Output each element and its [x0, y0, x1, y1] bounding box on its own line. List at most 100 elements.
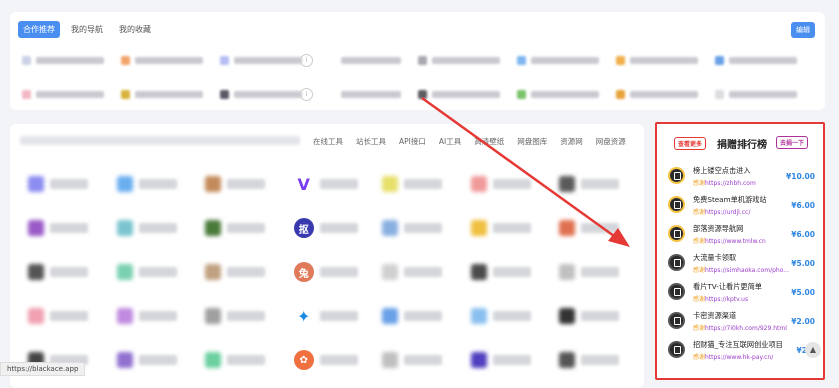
site-link[interactable]	[109, 220, 197, 236]
site-link[interactable]	[551, 220, 639, 236]
thanks-label: 感谢	[693, 238, 706, 245]
edit-button[interactable]: 编辑	[791, 22, 815, 38]
site-link[interactable]	[463, 176, 551, 192]
site-link[interactable]	[197, 220, 285, 236]
site-link[interactable]	[109, 176, 197, 192]
recommend-link[interactable]	[22, 53, 104, 67]
recommend-link[interactable]	[121, 53, 203, 67]
site-link[interactable]	[374, 220, 462, 236]
recommend-link[interactable]	[418, 53, 500, 67]
donor-url[interactable]: https://zhbh.com	[705, 180, 756, 187]
site-link[interactable]	[20, 176, 108, 192]
recommend-link[interactable]	[616, 53, 698, 67]
site-link[interactable]	[374, 308, 462, 324]
donor-avatar-icon	[668, 341, 685, 358]
site-link[interactable]	[463, 352, 551, 368]
donor-avatar-icon	[668, 196, 685, 213]
recommend-link[interactable]	[22, 87, 104, 101]
site-link[interactable]: 兔	[286, 262, 374, 282]
view-more-button[interactable]: 查看更多	[674, 137, 707, 150]
site-link[interactable]	[463, 308, 551, 324]
top-tabs: 合作推荐 我的导航 我的收藏	[18, 21, 156, 38]
tab-recommend[interactable]: 合作推荐	[18, 21, 60, 38]
category-tab[interactable]: 在线工具	[313, 136, 343, 147]
site-link[interactable]	[374, 264, 462, 280]
category-tab[interactable]: AI工具	[439, 136, 461, 147]
recommend-link[interactable]	[517, 53, 599, 67]
thanks-label: 感谢	[693, 354, 706, 361]
site-link[interactable]	[20, 264, 108, 280]
recommend-link[interactable]	[517, 87, 599, 101]
recommend-link[interactable]	[715, 53, 797, 67]
ranking-item[interactable]: 卡密资源渠道 感谢https://7i0kh.com/929.html ¥2.0…	[665, 307, 823, 336]
site-link[interactable]	[197, 264, 285, 280]
donor-url[interactable]: https://urdjl.cc/	[705, 209, 750, 216]
site-link[interactable]	[463, 264, 551, 280]
site-link[interactable]	[551, 176, 639, 192]
donor-avatar-icon	[668, 254, 685, 271]
recommend-link[interactable]	[319, 53, 401, 67]
donor-avatar-icon	[668, 283, 685, 300]
flower-logo-icon: ✿	[293, 350, 314, 370]
tab-my-nav[interactable]: 我的导航	[66, 21, 108, 38]
site-link[interactable]	[374, 176, 462, 192]
recommend-link[interactable]	[220, 87, 302, 101]
donate-button[interactable]: 去捐一下	[775, 136, 808, 149]
site-link[interactable]: V	[286, 174, 374, 194]
donor-url[interactable]: https://7i0kh.com/929.html	[705, 325, 787, 332]
donation-amount: ¥6.00	[791, 201, 815, 210]
site-link[interactable]	[551, 308, 639, 324]
donor-url[interactable]: https://www.hk-pay.cn/	[705, 354, 773, 361]
site-link[interactable]	[20, 220, 108, 236]
ranking-item[interactable]: 榜上镂空点击进入 感谢https://zhbh.com ¥10.00	[665, 162, 823, 191]
ranking-item[interactable]: 看片TV-让看片更简单 感谢https://kptv.us ¥5.00	[665, 278, 823, 307]
recommend-link[interactable]	[121, 87, 203, 101]
recommend-link[interactable]	[220, 53, 302, 67]
site-link[interactable]	[551, 264, 639, 280]
category-tab[interactable]: 网盘图库	[517, 136, 547, 147]
thanks-label: 感谢	[693, 180, 706, 187]
site-link[interactable]: ✦	[286, 306, 374, 326]
ranking-item[interactable]: 大流量卡领取 感谢https://simhaoka.com/pho... ¥5.…	[665, 249, 823, 278]
grid-row: 抠	[20, 206, 640, 250]
donor-url[interactable]: https://kptv.us	[705, 296, 748, 303]
site-link[interactable]	[551, 352, 639, 368]
ranking-item[interactable]: 招财猫_专注互联网创业项目 感谢https://www.hk-pay.cn/ ¥…	[665, 336, 823, 365]
site-link[interactable]	[463, 220, 551, 236]
donation-amount: ¥5.00	[791, 288, 815, 297]
recommend-row-2	[22, 87, 797, 101]
donor-name: 部落资源导航网	[693, 224, 744, 233]
donor-url[interactable]: https://simhaoka.com/pho...	[705, 267, 789, 274]
site-link[interactable]: ✿	[286, 350, 374, 370]
recommend-link[interactable]	[715, 87, 797, 101]
site-link[interactable]	[109, 308, 197, 324]
category-tab[interactable]: 网盘资源	[596, 136, 626, 147]
site-link[interactable]	[197, 308, 285, 324]
grid-row: V	[20, 162, 640, 206]
site-link[interactable]: 抠	[286, 218, 374, 238]
category-tab[interactable]: 资源网	[560, 136, 583, 147]
tab-favorites[interactable]: 我的收藏	[114, 21, 156, 38]
site-link[interactable]	[109, 264, 197, 280]
grid-row: ✿	[20, 338, 640, 382]
category-tab-blurred[interactable]	[20, 136, 300, 145]
status-bar-url: https://blackace.app	[0, 362, 86, 376]
site-link[interactable]	[20, 308, 108, 324]
ranking-item[interactable]: 免费Steam单机游戏站 感谢https://urdjl.cc/ ¥6.00	[665, 191, 823, 220]
star-logo-icon: ✦	[293, 306, 314, 326]
ranking-item[interactable]: 部落资源导航网 感谢https://www.tmlw.cn ¥6.00	[665, 220, 823, 249]
arrow-up-icon[interactable]: ▲	[805, 342, 821, 358]
site-link[interactable]	[109, 352, 197, 368]
recommend-link[interactable]	[319, 87, 401, 101]
recommend-link[interactable]	[418, 87, 500, 101]
donation-amount: ¥5.00	[791, 259, 815, 268]
site-link[interactable]	[374, 352, 462, 368]
category-tab[interactable]: 站长工具	[356, 136, 386, 147]
category-tab[interactable]: 高清壁纸	[474, 136, 504, 147]
donor-url[interactable]: https://www.tmlw.cn	[705, 238, 766, 245]
recommend-link[interactable]	[616, 87, 698, 101]
site-link[interactable]	[197, 176, 285, 192]
thanks-label: 感谢	[693, 209, 706, 216]
site-link[interactable]	[197, 352, 285, 368]
category-tab[interactable]: API接口	[399, 136, 426, 147]
